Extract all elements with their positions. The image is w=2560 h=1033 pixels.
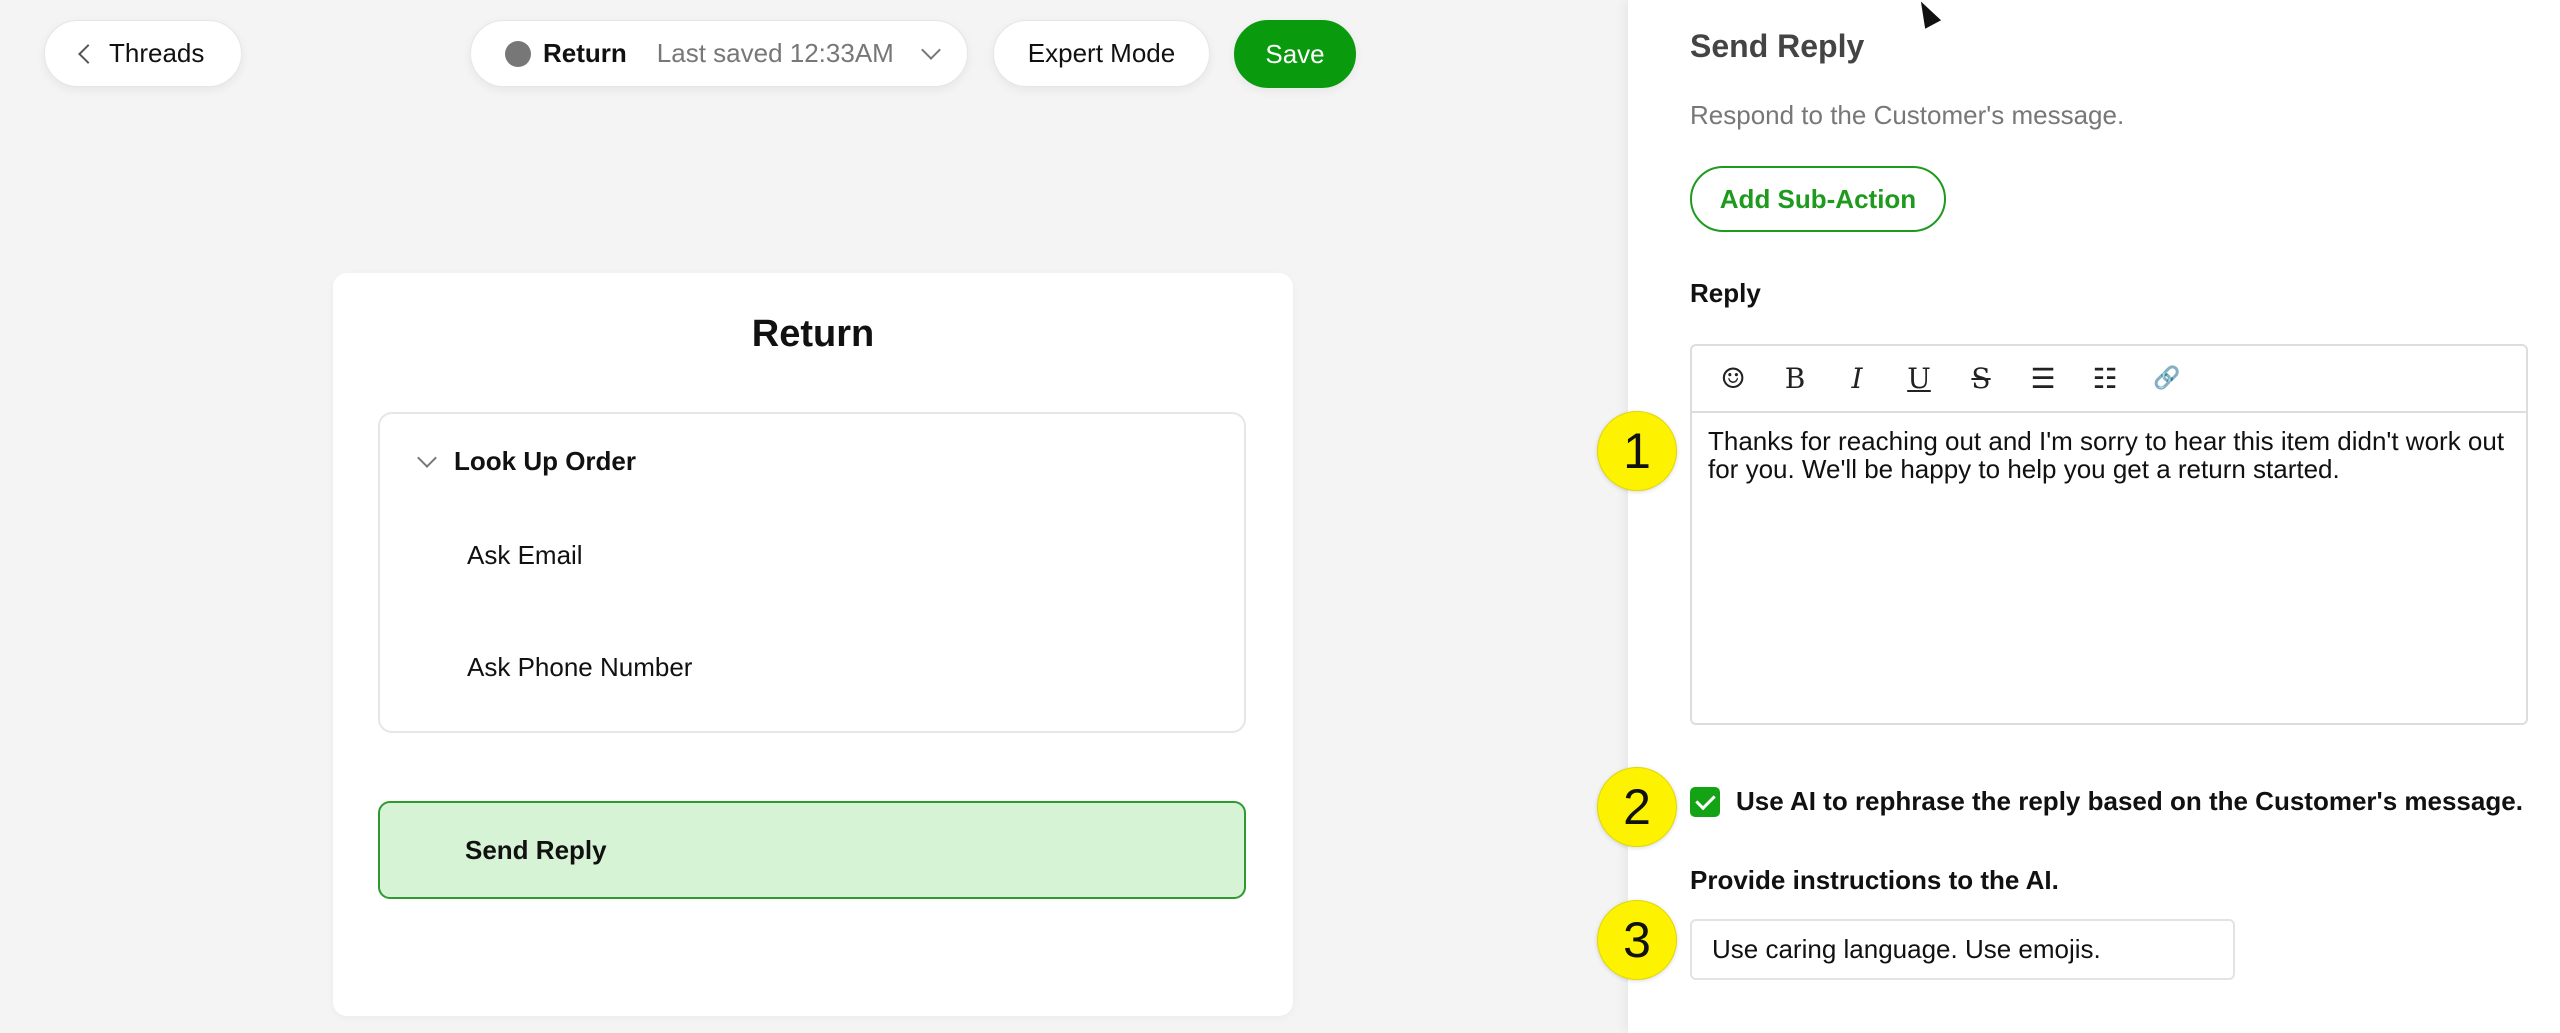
save-button[interactable]: Save — [1234, 20, 1356, 88]
step-send-reply-selected[interactable]: Send Reply — [378, 801, 1246, 899]
panel-title: Send Reply — [1690, 28, 1865, 64]
emoji-icon[interactable]: ☺ — [1716, 362, 1750, 396]
strikethrough-icon[interactable]: S — [1964, 362, 1998, 396]
link-icon[interactable]: 🔗 — [2150, 362, 2184, 396]
chevron-down-icon — [417, 447, 437, 468]
group-label: Look Up Order — [454, 446, 637, 476]
annotation-badge-3: 3 — [1597, 900, 1677, 980]
expert-mode-button[interactable]: Expert Mode — [993, 20, 1210, 87]
flow-card: Return Look Up Order Ask Email Ask Phone… — [333, 273, 1293, 1016]
ordered-list-icon[interactable]: ☰ — [2026, 362, 2060, 396]
chevron-left-icon — [78, 43, 98, 64]
instructions-label: Provide instructions to the AI. — [1690, 865, 2059, 895]
ai-rephrase-checkbox[interactable] — [1690, 786, 1720, 817]
ai-instructions-input[interactable] — [1690, 919, 2235, 980]
group-header-look-up-order[interactable]: Look Up Order — [417, 446, 637, 477]
back-to-threads-button[interactable]: Threads — [44, 20, 242, 87]
bold-icon[interactable]: B — [1778, 362, 1812, 396]
bullet-list-icon[interactable]: ☷ — [2088, 362, 2122, 396]
add-sub-action-button[interactable]: Add Sub-Action — [1690, 166, 1946, 232]
flow-title: Return — [751, 313, 875, 355]
flow-selector[interactable]: Return Last saved 12:33AM — [470, 20, 968, 87]
editor-toolbar: ☺ B I U S ☰ ☷ 🔗 — [1692, 346, 2526, 413]
ai-rephrase-row: Use AI to rephrase the reply based on th… — [1690, 786, 2523, 817]
reply-editor[interactable]: ☺ B I U S ☰ ☷ 🔗 Thanks for reaching out … — [1690, 344, 2528, 725]
step-ask-phone-number[interactable]: Ask Phone Number — [467, 652, 692, 683]
panel-description: Respond to the Customer's message. — [1690, 100, 2125, 130]
ai-rephrase-label: Use AI to rephrase the reply based on th… — [1736, 786, 2523, 816]
reply-text[interactable]: Thanks for reaching out and I'm sorry to… — [1692, 413, 2526, 497]
annotation-badge-1: 1 — [1597, 411, 1677, 491]
annotation-badge-2: 2 — [1597, 767, 1677, 847]
italic-icon[interactable]: I — [1840, 362, 1874, 396]
chevron-down-icon — [920, 39, 941, 60]
step-ask-email[interactable]: Ask Email — [467, 540, 583, 571]
status-dot-icon — [505, 40, 531, 67]
step-settings-panel: Send Reply Respond to the Customer's mes… — [1628, 0, 2560, 1033]
last-saved-text: Last saved 12:33AM — [656, 38, 894, 68]
step-group: Look Up Order Ask Email Ask Phone Number — [378, 412, 1246, 733]
back-label: Threads — [109, 38, 205, 68]
reply-label: Reply — [1690, 278, 1761, 308]
underline-icon[interactable]: U — [1902, 362, 1936, 396]
flow-name: Return — [543, 38, 627, 68]
